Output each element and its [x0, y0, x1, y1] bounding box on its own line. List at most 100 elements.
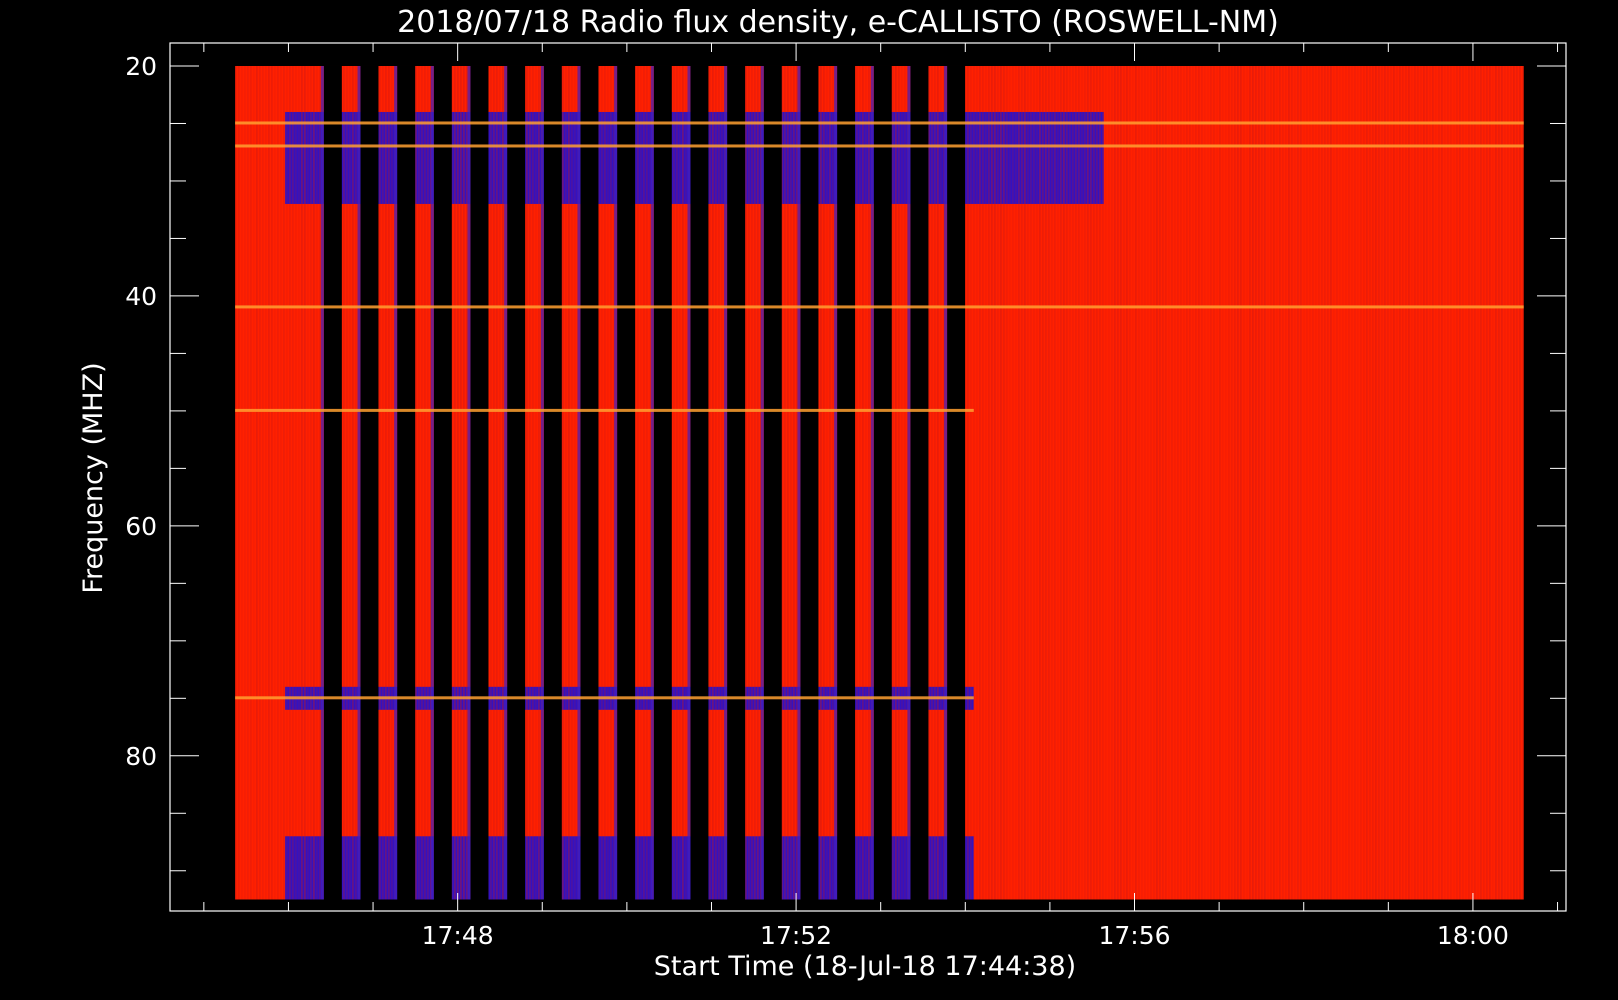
- texture-streak: [1246, 65, 1248, 900]
- texture-streak: [1492, 65, 1494, 900]
- texture-streak: [712, 65, 714, 900]
- texture-streak: [856, 65, 858, 900]
- texture-streak: [1189, 65, 1191, 900]
- texture-streak: [1270, 65, 1272, 900]
- texture-streak: [289, 65, 291, 900]
- texture-streak: [1090, 65, 1092, 900]
- texture-streak: [292, 65, 294, 900]
- texture-streak: [1075, 65, 1077, 900]
- texture-streak: [1141, 65, 1143, 900]
- texture-streak: [529, 65, 531, 900]
- texture-streak: [1345, 65, 1347, 900]
- texture-streak: [787, 65, 789, 900]
- texture-streak: [454, 65, 456, 900]
- data-gap: [910, 65, 929, 900]
- texture-streak: [1348, 65, 1350, 900]
- texture-streak: [904, 65, 906, 900]
- texture-streak: [673, 65, 675, 900]
- gap-edge: [907, 65, 911, 900]
- texture-streak: [496, 65, 498, 900]
- texture-streak: [1228, 65, 1230, 900]
- texture-streak: [1225, 65, 1227, 900]
- texture-streak: [1294, 65, 1296, 900]
- texture-streak: [1357, 65, 1359, 900]
- texture-streak: [1147, 65, 1149, 900]
- texture-streak: [1510, 65, 1512, 900]
- texture-streak: [244, 65, 246, 900]
- texture-streak: [382, 65, 384, 900]
- gap-edge: [430, 65, 434, 900]
- band-line: [235, 408, 974, 412]
- texture-streak: [1114, 65, 1116, 900]
- texture-streak: [265, 65, 267, 900]
- texture-streak: [1330, 65, 1332, 900]
- texture-streak: [1084, 65, 1086, 900]
- texture-streak: [1288, 65, 1290, 900]
- texture-streak: [1024, 65, 1026, 900]
- texture-streak: [865, 65, 867, 900]
- gap-edge: [614, 65, 618, 900]
- texture-streak: [1450, 65, 1452, 900]
- band-line: [235, 144, 1524, 148]
- texture-streak: [607, 65, 609, 900]
- texture-streak: [1363, 65, 1365, 900]
- texture-streak: [862, 65, 864, 900]
- texture-streak: [1495, 65, 1497, 900]
- texture-streak: [1060, 65, 1062, 900]
- texture-streak: [832, 65, 834, 900]
- texture-streak: [1045, 65, 1047, 900]
- texture-streak: [1372, 65, 1374, 900]
- texture-streak: [1306, 65, 1308, 900]
- x-tick-label: 17:48: [422, 921, 494, 950]
- texture-streak: [685, 65, 687, 900]
- texture-streak: [976, 65, 978, 900]
- x-tick-label: 18:00: [1437, 921, 1509, 950]
- texture-streak: [1321, 65, 1323, 900]
- texture-streak: [1072, 65, 1074, 900]
- texture-streak: [1108, 65, 1110, 900]
- texture-streak: [1468, 65, 1470, 900]
- texture-streak: [1381, 65, 1383, 900]
- texture-streak: [250, 65, 252, 900]
- texture-streak: [1201, 65, 1203, 900]
- texture-streak: [892, 65, 894, 900]
- texture-streak: [637, 65, 639, 900]
- texture-streak: [1120, 65, 1122, 900]
- data-gap: [653, 65, 672, 900]
- texture-streak: [349, 65, 351, 900]
- gap-edge: [577, 65, 581, 900]
- texture-streak: [574, 65, 576, 900]
- texture-streak: [1342, 65, 1344, 900]
- texture-streak: [1351, 65, 1353, 900]
- texture-streak: [283, 65, 285, 900]
- texture-streak: [1171, 65, 1173, 900]
- texture-streak: [973, 65, 975, 900]
- texture-streak: [1123, 65, 1125, 900]
- texture-streak: [1048, 65, 1050, 900]
- texture-streak: [1285, 65, 1287, 900]
- texture-streak: [1237, 65, 1239, 900]
- texture-streak: [295, 65, 297, 900]
- data-gap: [397, 65, 416, 900]
- data-gap: [360, 65, 379, 900]
- texture-streak: [1252, 65, 1254, 900]
- y-tick-label: 40: [125, 282, 157, 311]
- texture-streak: [940, 65, 942, 900]
- texture-streak: [1387, 65, 1389, 900]
- x-tick-label: 17:56: [1098, 921, 1170, 950]
- texture-streak: [643, 65, 645, 900]
- texture-streak: [1222, 65, 1224, 900]
- data-gap: [763, 65, 782, 900]
- texture-streak: [427, 65, 429, 900]
- texture-streak: [310, 65, 312, 900]
- texture-streak: [1291, 65, 1293, 900]
- texture-streak: [388, 65, 390, 900]
- texture-streak: [1471, 65, 1473, 900]
- texture-streak: [568, 65, 570, 900]
- texture-streak: [829, 65, 831, 900]
- texture-streak: [1399, 65, 1401, 900]
- texture-streak: [280, 65, 282, 900]
- texture-streak: [562, 65, 564, 900]
- texture-streak: [1219, 65, 1221, 900]
- texture-streak: [682, 65, 684, 900]
